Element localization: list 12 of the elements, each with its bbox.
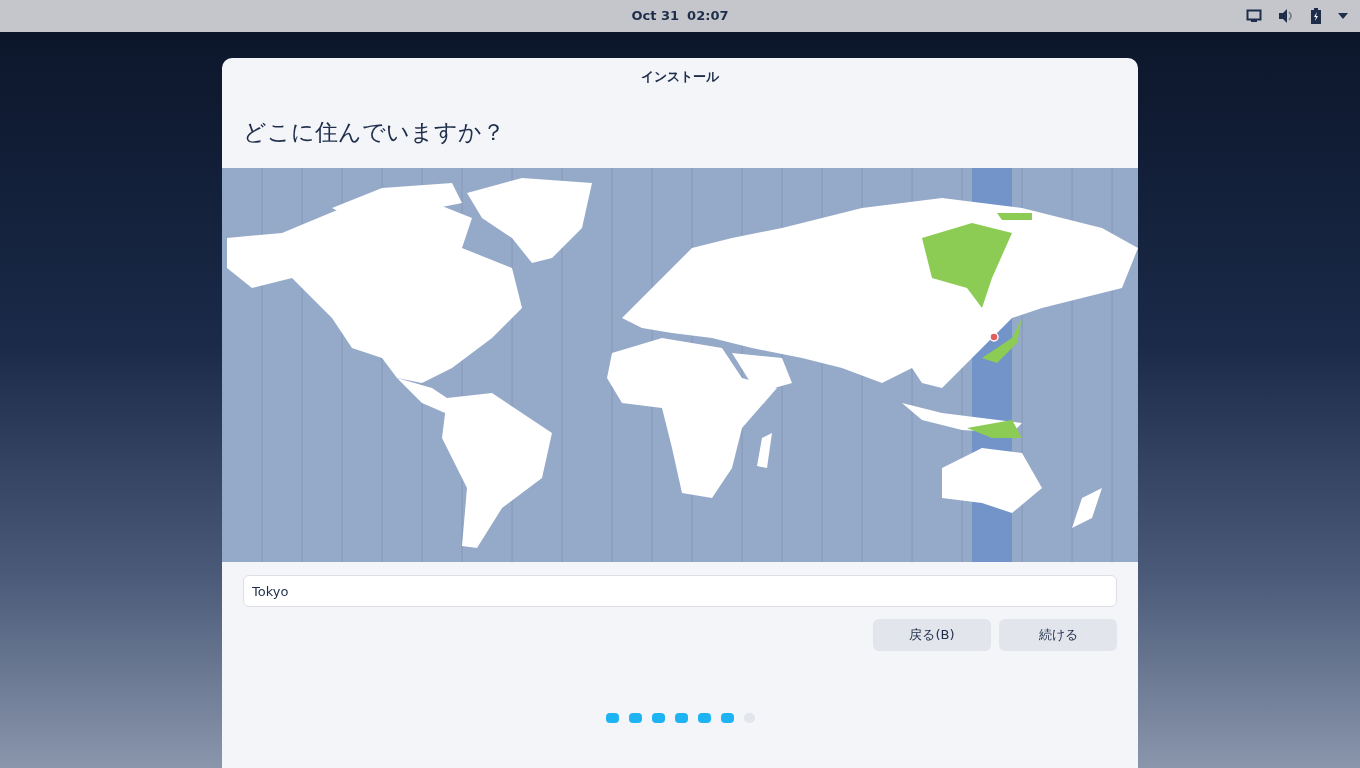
date-label[interactable]: Oct 31 — [631, 6, 680, 26]
page-heading: どこに住んでいますか？ — [243, 117, 505, 147]
display-icon[interactable] — [1246, 9, 1262, 23]
caret-icon[interactable] — [1338, 13, 1348, 19]
continue-button[interactable]: 続ける — [999, 619, 1117, 651]
back-button[interactable]: 戻る(B) — [873, 619, 991, 651]
volume-icon[interactable] — [1278, 9, 1294, 23]
location-field[interactable]: Tokyo — [243, 575, 1117, 607]
battery-icon[interactable] — [1310, 8, 1322, 24]
world-map-drawing[interactable] — [222, 168, 1138, 562]
clock-label[interactable]: 02:07 — [687, 6, 729, 26]
window-title: インストール — [641, 68, 719, 87]
